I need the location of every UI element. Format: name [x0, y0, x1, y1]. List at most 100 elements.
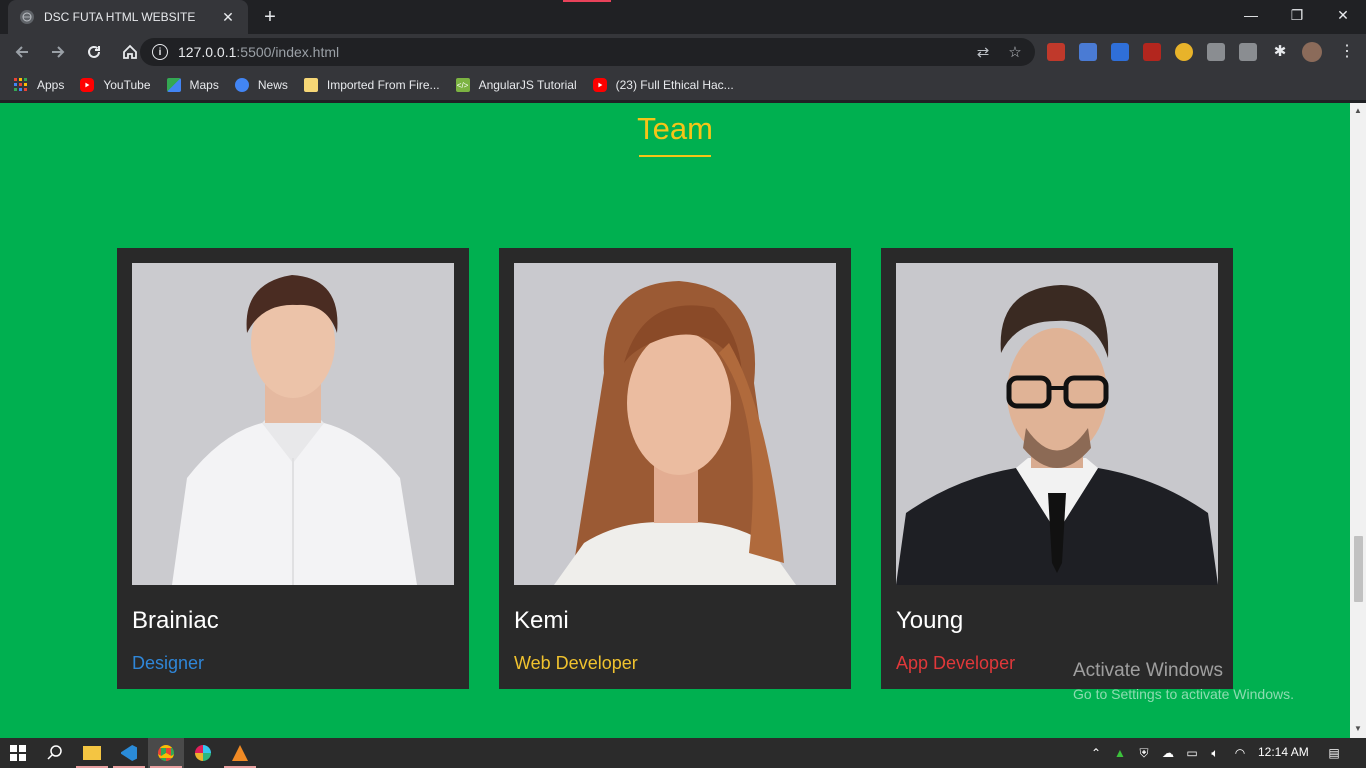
- chrome-button[interactable]: [148, 738, 184, 768]
- taskbar-clock[interactable]: 12:14 AM: [1258, 745, 1309, 759]
- globe-icon: [20, 10, 34, 24]
- team-card-kemi: Kemi Web Developer: [499, 248, 851, 689]
- vscode-button[interactable]: [111, 738, 147, 768]
- bookmark-label: (23) Full Ethical Hac...: [615, 78, 734, 92]
- team-card-brainiac: Brainiac Designer: [117, 248, 469, 689]
- back-button[interactable]: [6, 36, 38, 68]
- scrollbar-thumb[interactable]: [1354, 536, 1363, 602]
- url-path: :5500/index.html: [236, 44, 340, 60]
- apps-grid-icon: [14, 78, 28, 92]
- arrow-left-icon: [15, 46, 28, 58]
- member-role: Designer: [132, 653, 205, 673]
- vscode-icon: [121, 745, 137, 761]
- bookmark-maps[interactable]: Maps: [166, 78, 219, 92]
- heading-underline: [639, 155, 711, 157]
- folder-icon: [303, 78, 318, 92]
- file-explorer-button[interactable]: [74, 738, 110, 768]
- close-window-button[interactable]: ✕: [1320, 0, 1366, 30]
- search-icon: [47, 745, 62, 760]
- extension-bookmark-icon[interactable]: [1047, 43, 1065, 61]
- google-translate-icon[interactable]: [1079, 43, 1097, 61]
- member-photo: [132, 263, 454, 585]
- windows-taskbar: ⌃ ▲ ⛨ ☁ ▭ 🔈︎ ◠ 12:14 AM ▤: [0, 738, 1366, 768]
- slack-icon: [195, 745, 211, 761]
- menu-icon[interactable]: ⋮: [1338, 43, 1356, 61]
- folder-icon: [83, 746, 101, 760]
- nvidia-icon[interactable]: ▲: [1112, 745, 1128, 761]
- star-icon[interactable]: ☆: [1006, 43, 1024, 61]
- tab-manager-icon[interactable]: [1239, 43, 1257, 61]
- bookmark-youtube[interactable]: YouTube: [80, 78, 151, 92]
- close-tab-icon[interactable]: ✕: [220, 9, 236, 25]
- page-scrollbar[interactable]: ▲ ▼: [1350, 103, 1366, 738]
- drive-icon[interactable]: [1207, 43, 1225, 61]
- scroll-up-icon[interactable]: ▲: [1354, 107, 1362, 115]
- bookmark-imported-folder[interactable]: Imported From Fire...: [303, 78, 440, 92]
- onedrive-cloud-icon[interactable]: ☁: [1160, 745, 1176, 761]
- bookmark-angularjs[interactable]: </> AngularJS Tutorial: [455, 78, 577, 92]
- tab-strip: DSC FUTA HTML WEBSITE ✕ + — ❐ ✕: [0, 0, 1366, 34]
- member-name: Kemi: [514, 607, 569, 634]
- bookmark-label: AngularJS Tutorial: [478, 78, 577, 92]
- windows-logo-icon: [10, 745, 26, 761]
- search-button[interactable]: [37, 738, 73, 768]
- bookmarks-bar: Apps YouTube Maps News Imported From Fir…: [0, 70, 1366, 100]
- volume-icon[interactable]: 🔈︎: [1207, 745, 1223, 761]
- bookmark-apps[interactable]: Apps: [14, 78, 64, 92]
- youtube-icon: [592, 78, 607, 92]
- security-shield-icon[interactable]: ⛨: [1136, 745, 1152, 761]
- notifications-icon[interactable]: ▤: [1326, 745, 1342, 761]
- chrome-extension-icon[interactable]: [1175, 43, 1193, 61]
- slack-button[interactable]: [185, 738, 221, 768]
- team-card-young: Young App Developer: [881, 248, 1233, 689]
- chevron-up-icon[interactable]: ⌃: [1088, 745, 1104, 761]
- scroll-down-icon[interactable]: ▼: [1354, 725, 1362, 733]
- bookmark-label: Maps: [189, 78, 219, 92]
- start-button[interactable]: [0, 738, 36, 768]
- wifi-icon[interactable]: ◠: [1232, 745, 1248, 761]
- bookmark-news[interactable]: News: [234, 78, 288, 92]
- browser-tab[interactable]: DSC FUTA HTML WEBSITE ✕: [8, 0, 248, 34]
- activate-windows-subtitle: Go to Settings to activate Windows.: [1073, 686, 1294, 702]
- member-name: Brainiac: [132, 607, 219, 634]
- home-icon: [123, 44, 137, 59]
- pdf-icon[interactable]: [1143, 43, 1161, 61]
- activate-windows-title: Activate Windows: [1073, 660, 1223, 681]
- bookmark-ethical-hacking[interactable]: (23) Full Ethical Hac...: [592, 78, 734, 92]
- team-heading: Team: [637, 111, 713, 146]
- youtube-icon: [80, 78, 95, 92]
- angular-icon: </>: [455, 78, 470, 92]
- new-tab-button[interactable]: +: [258, 5, 282, 29]
- member-role: App Developer: [896, 653, 1016, 673]
- address-bar[interactable]: i 127.0.0.1:5500/index.html ⇄ ☆: [140, 38, 1035, 66]
- info-icon[interactable]: i: [152, 44, 168, 60]
- chrome-icon: [158, 745, 174, 761]
- recording-indicator: [563, 0, 611, 2]
- page-content: Team Brainiac Designer Kemi Web Develope…: [0, 103, 1350, 738]
- member-name: Young: [896, 607, 964, 634]
- bookmark-label: Apps: [37, 78, 65, 92]
- reload-icon: [88, 45, 100, 58]
- forward-button[interactable]: [42, 36, 74, 68]
- minimize-button[interactable]: —: [1228, 0, 1274, 30]
- browser-toolbar: i 127.0.0.1:5500/index.html ⇄ ☆ ✱ ⋮: [0, 34, 1366, 70]
- maps-icon: [166, 78, 181, 92]
- url-host: 127.0.0.1: [178, 44, 237, 60]
- vlc-icon: [232, 745, 248, 761]
- battery-icon[interactable]: ▭: [1184, 745, 1200, 761]
- bookmark-label: YouTube: [103, 78, 151, 92]
- extension-blue-icon[interactable]: [1111, 43, 1129, 61]
- member-photo: [514, 263, 836, 585]
- vlc-button[interactable]: [222, 738, 258, 768]
- reload-button[interactable]: [78, 36, 110, 68]
- news-icon: [234, 78, 249, 92]
- member-role: Web Developer: [514, 653, 638, 673]
- arrow-right-icon: [52, 46, 65, 58]
- tab-title: DSC FUTA HTML WEBSITE: [44, 10, 196, 24]
- translate-icon[interactable]: ⇄: [974, 43, 992, 61]
- bookmark-label: News: [257, 78, 288, 92]
- avatar[interactable]: [1302, 42, 1322, 62]
- puzzle-icon[interactable]: ✱: [1271, 43, 1289, 61]
- restore-button[interactable]: ❐: [1274, 0, 1320, 30]
- member-photo: [896, 263, 1218, 585]
